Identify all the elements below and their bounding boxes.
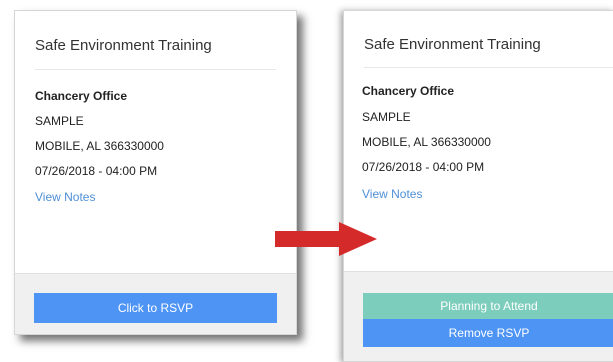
title-divider (35, 69, 276, 70)
location-name: Chancery Office (362, 84, 455, 98)
rsvp-button[interactable]: Click to RSVP (34, 293, 277, 323)
event-datetime: 07/26/2018 - 04:00 PM (362, 160, 485, 174)
right-arrow-icon (275, 222, 377, 256)
view-notes-link[interactable]: View Notes (362, 187, 422, 201)
title-divider (364, 67, 613, 68)
location-name: Chancery Office (35, 89, 128, 103)
event-title: Safe Environment Training (35, 37, 212, 54)
address-line: SAMPLE (362, 110, 411, 124)
city-state-zip: MOBILE, AL 366330000 (35, 139, 164, 153)
planning-to-attend-button[interactable]: Planning to Attend (363, 293, 613, 319)
event-card-before: Safe Environment Training Chancery Offic… (14, 10, 297, 335)
address-line: SAMPLE (35, 114, 84, 128)
remove-rsvp-button[interactable]: Remove RSVP (363, 319, 613, 347)
event-datetime: 07/26/2018 - 04:00 PM (35, 164, 158, 178)
event-card-after: Safe Environment Training Chancery Offic… (343, 10, 613, 362)
view-notes-link[interactable]: View Notes (35, 190, 95, 204)
city-state-zip: MOBILE, AL 366330000 (362, 135, 491, 149)
event-title: Safe Environment Training (364, 36, 541, 53)
